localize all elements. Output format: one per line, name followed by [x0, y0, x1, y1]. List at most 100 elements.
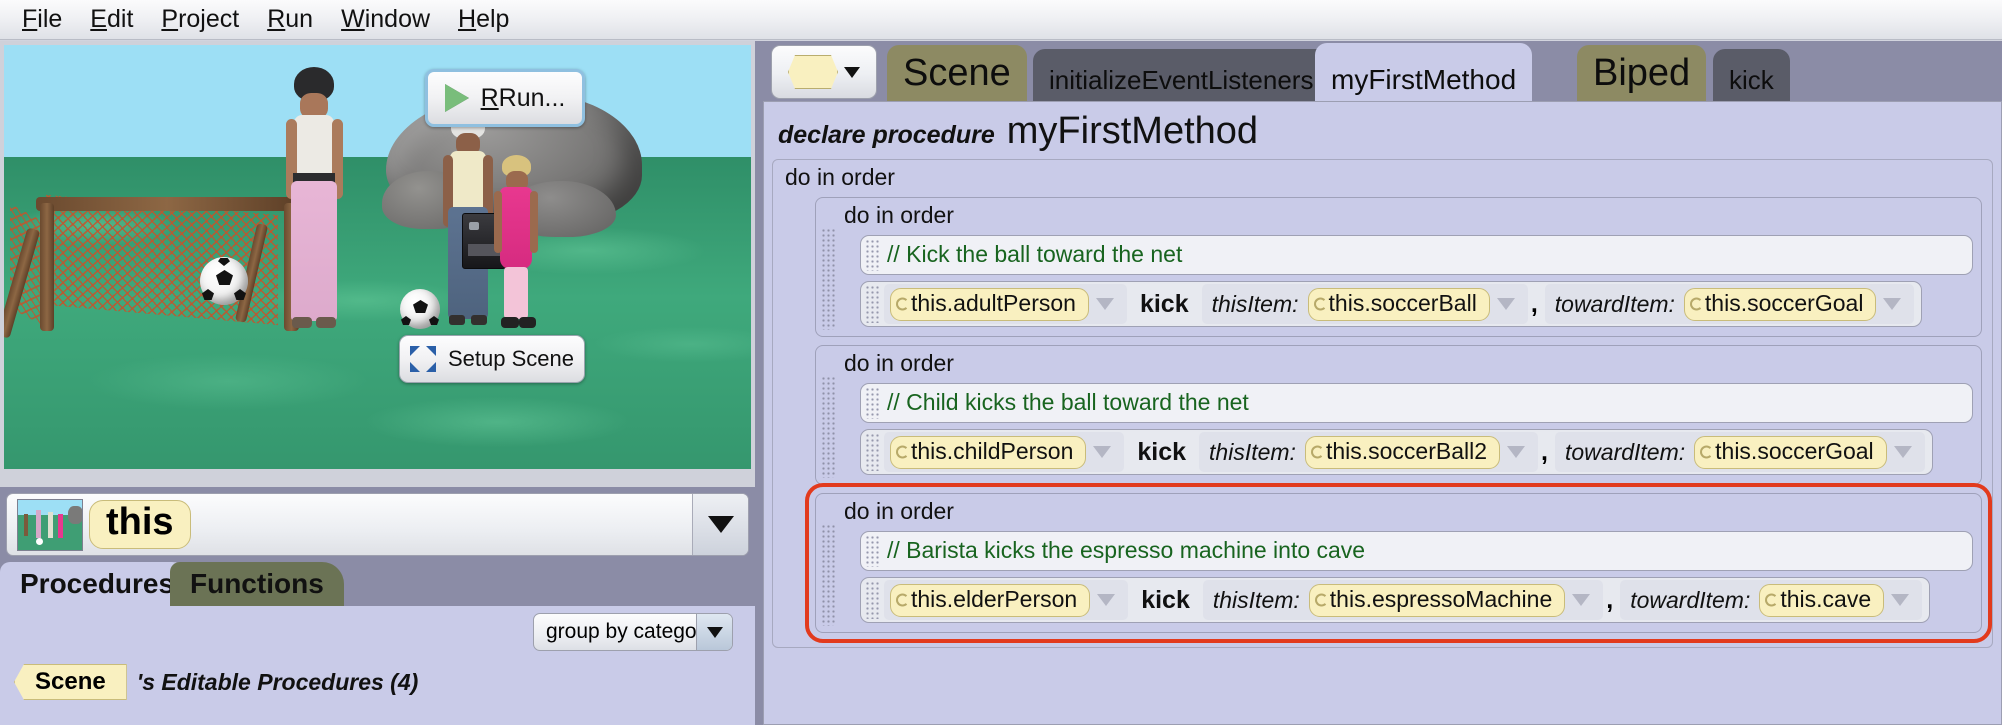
chevron-down-icon[interactable]	[1097, 594, 1116, 606]
statement-drag-handle[interactable]	[865, 285, 881, 323]
object-selector-dropdown[interactable]	[692, 494, 748, 555]
run-button[interactable]: RRun...	[425, 69, 585, 127]
tab-my-first-method[interactable]: myFirstMethod	[1315, 43, 1533, 101]
arg-value-pill: this.soccerBall	[1307, 287, 1490, 321]
left-panel: RRun... Setup Scene this Procedures Func…	[0, 41, 755, 725]
call-arg-1[interactable]: towardItem: this.soccerGoal	[1544, 284, 1915, 324]
block-drag-handle[interactable]	[821, 228, 835, 330]
do-in-order-block-highlighted[interactable]: do in order // Barista kicks the espress…	[805, 483, 1992, 643]
statement-drag-handle[interactable]	[865, 387, 881, 419]
method-call-statement[interactable]: this.adultPerson kick thisItem: this.soc…	[860, 281, 1923, 327]
chevron-down-icon[interactable]	[1883, 298, 1902, 310]
menu-file-label: ile	[37, 5, 63, 33]
menu-window[interactable]: Window	[341, 5, 430, 34]
child-person-object	[492, 155, 544, 337]
resize-arrows-icon	[410, 346, 436, 372]
target-pill: this.elderPerson	[890, 583, 1091, 617]
arg-label: towardItem:	[1564, 438, 1686, 465]
arg-value-pill: this.cave	[1759, 583, 1885, 617]
statement-drag-handle[interactable]	[865, 535, 881, 567]
call-target[interactable]: this.childPerson	[884, 432, 1125, 472]
arg-separator: ,	[1541, 437, 1548, 466]
call-arg-1[interactable]: towardItem: this.cave	[1620, 580, 1923, 620]
panel-splitter[interactable]	[0, 469, 755, 507]
declare-keyword: declare procedure	[778, 121, 995, 149]
tab-functions-label: Functions	[190, 568, 324, 599]
code-editor-panel: Scene initializeEventListeners myFirstMe…	[755, 41, 2002, 725]
group-by-dropdown[interactable]: group by category	[533, 613, 733, 651]
setup-scene-button[interactable]: Setup Scene	[399, 335, 585, 383]
arg-label: towardItem:	[1554, 290, 1675, 317]
comment-statement[interactable]: // Barista kicks the espresso machine in…	[860, 531, 1973, 571]
class-selector-button[interactable]	[771, 45, 877, 99]
arg-label: thisItem:	[1211, 290, 1299, 317]
do-in-order-block[interactable]: do in order // Kick the ball toward the …	[815, 197, 1982, 337]
object-selector[interactable]: this	[6, 493, 749, 556]
code-editor-surface[interactable]: declare procedure myFirstMethod do in or…	[763, 101, 2002, 725]
call-method-name: kick	[1137, 437, 1187, 466]
block-drag-handle[interactable]	[821, 524, 835, 626]
menu-file[interactable]: File	[22, 5, 62, 34]
block-label: do in order	[844, 350, 954, 376]
menu-run[interactable]: Run	[267, 5, 313, 34]
chevron-down-icon[interactable]	[1572, 594, 1591, 606]
menu-help[interactable]: Help	[458, 5, 509, 34]
chevron-down-icon[interactable]	[1496, 298, 1515, 310]
tab-owner-biped[interactable]: Biped	[1577, 45, 1707, 101]
tab-owner-scene-label: Scene	[903, 52, 1011, 94]
menu-help-mnemonic: H	[458, 5, 477, 33]
soccer-goal-object	[4, 187, 318, 339]
call-arg-0[interactable]: thisItem: this.soccerBall2	[1199, 432, 1539, 472]
tab-kick-label: kick	[1729, 65, 1774, 95]
statement-drag-handle[interactable]	[865, 239, 881, 271]
menu-edit[interactable]: Edit	[90, 5, 133, 34]
tab-functions[interactable]: Functions	[170, 562, 344, 606]
object-selector-bar: this	[0, 487, 755, 562]
tab-initialize-event-listeners-label: initializeEventListeners	[1049, 65, 1314, 95]
scene-viewport[interactable]: RRun... Setup Scene	[4, 45, 751, 469]
chevron-down-icon	[844, 66, 860, 78]
root-do-in-order[interactable]: do in order do in order // Kick the ball…	[772, 159, 1993, 648]
chevron-down-icon[interactable]	[1893, 446, 1912, 458]
menu-project-label: roject	[178, 5, 240, 33]
arg-label: towardItem:	[1630, 586, 1751, 613]
menu-help-label: elp	[476, 5, 510, 33]
chevron-down-icon[interactable]	[1095, 298, 1114, 310]
chevron-down-icon[interactable]	[1507, 446, 1526, 458]
block-drag-handle[interactable]	[821, 376, 835, 478]
statement-drag-handle[interactable]	[865, 581, 881, 619]
arg-label: thisItem:	[1209, 438, 1296, 465]
comment-statement[interactable]: // Child kicks the ball toward the net	[860, 383, 1973, 423]
call-target[interactable]: this.adultPerson	[884, 284, 1127, 324]
call-arg-0[interactable]: thisItem: this.espressoMachine	[1202, 580, 1604, 620]
comment-statement[interactable]: // Kick the ball toward the net	[860, 235, 1973, 275]
menu-run-mnemonic: R	[267, 5, 286, 33]
group-by-caret[interactable]	[696, 614, 732, 650]
goal-post-left	[40, 203, 54, 331]
tab-initialize-event-listeners[interactable]: initializeEventListeners	[1033, 49, 1330, 101]
comment-text: // Child kicks the ball toward the net	[887, 388, 1249, 415]
tab-procedures[interactable]: Procedures	[0, 562, 195, 606]
soccer-ball-object	[200, 257, 248, 305]
editable-procedures-text: 's Editable Procedures (4)	[136, 668, 419, 695]
tab-owner-scene[interactable]: Scene	[887, 45, 1027, 101]
do-in-order-block[interactable]: do in order // Child kicks the ball towa…	[815, 345, 1982, 485]
chevron-down-icon[interactable]	[1891, 594, 1910, 606]
call-arg-1[interactable]: towardItem: this.soccerGoal	[1554, 432, 1925, 472]
goal-crossbar	[36, 197, 298, 211]
block-label: do in order	[844, 202, 954, 228]
scene-thumbnail	[17, 498, 83, 551]
statement-drag-handle[interactable]	[865, 433, 881, 471]
chevron-down-icon	[706, 626, 723, 638]
tab-kick[interactable]: kick	[1713, 49, 1790, 101]
method-call-statement[interactable]: this.elderPerson kick thisItem: this.esp…	[860, 577, 1931, 623]
method-call-statement[interactable]: this.childPerson kick thisItem: this.soc…	[860, 429, 1933, 475]
menu-project[interactable]: Project	[161, 5, 239, 34]
tab-owner-biped-label: Biped	[1593, 52, 1691, 94]
block-label: do in order	[844, 498, 954, 524]
call-target[interactable]: this.elderPerson	[884, 580, 1129, 620]
menu-edit-label: dit	[106, 5, 134, 33]
chevron-down-icon[interactable]	[1093, 446, 1112, 458]
call-arg-0[interactable]: thisItem: this.soccerBall	[1201, 284, 1528, 324]
adult-person-object	[280, 67, 350, 337]
